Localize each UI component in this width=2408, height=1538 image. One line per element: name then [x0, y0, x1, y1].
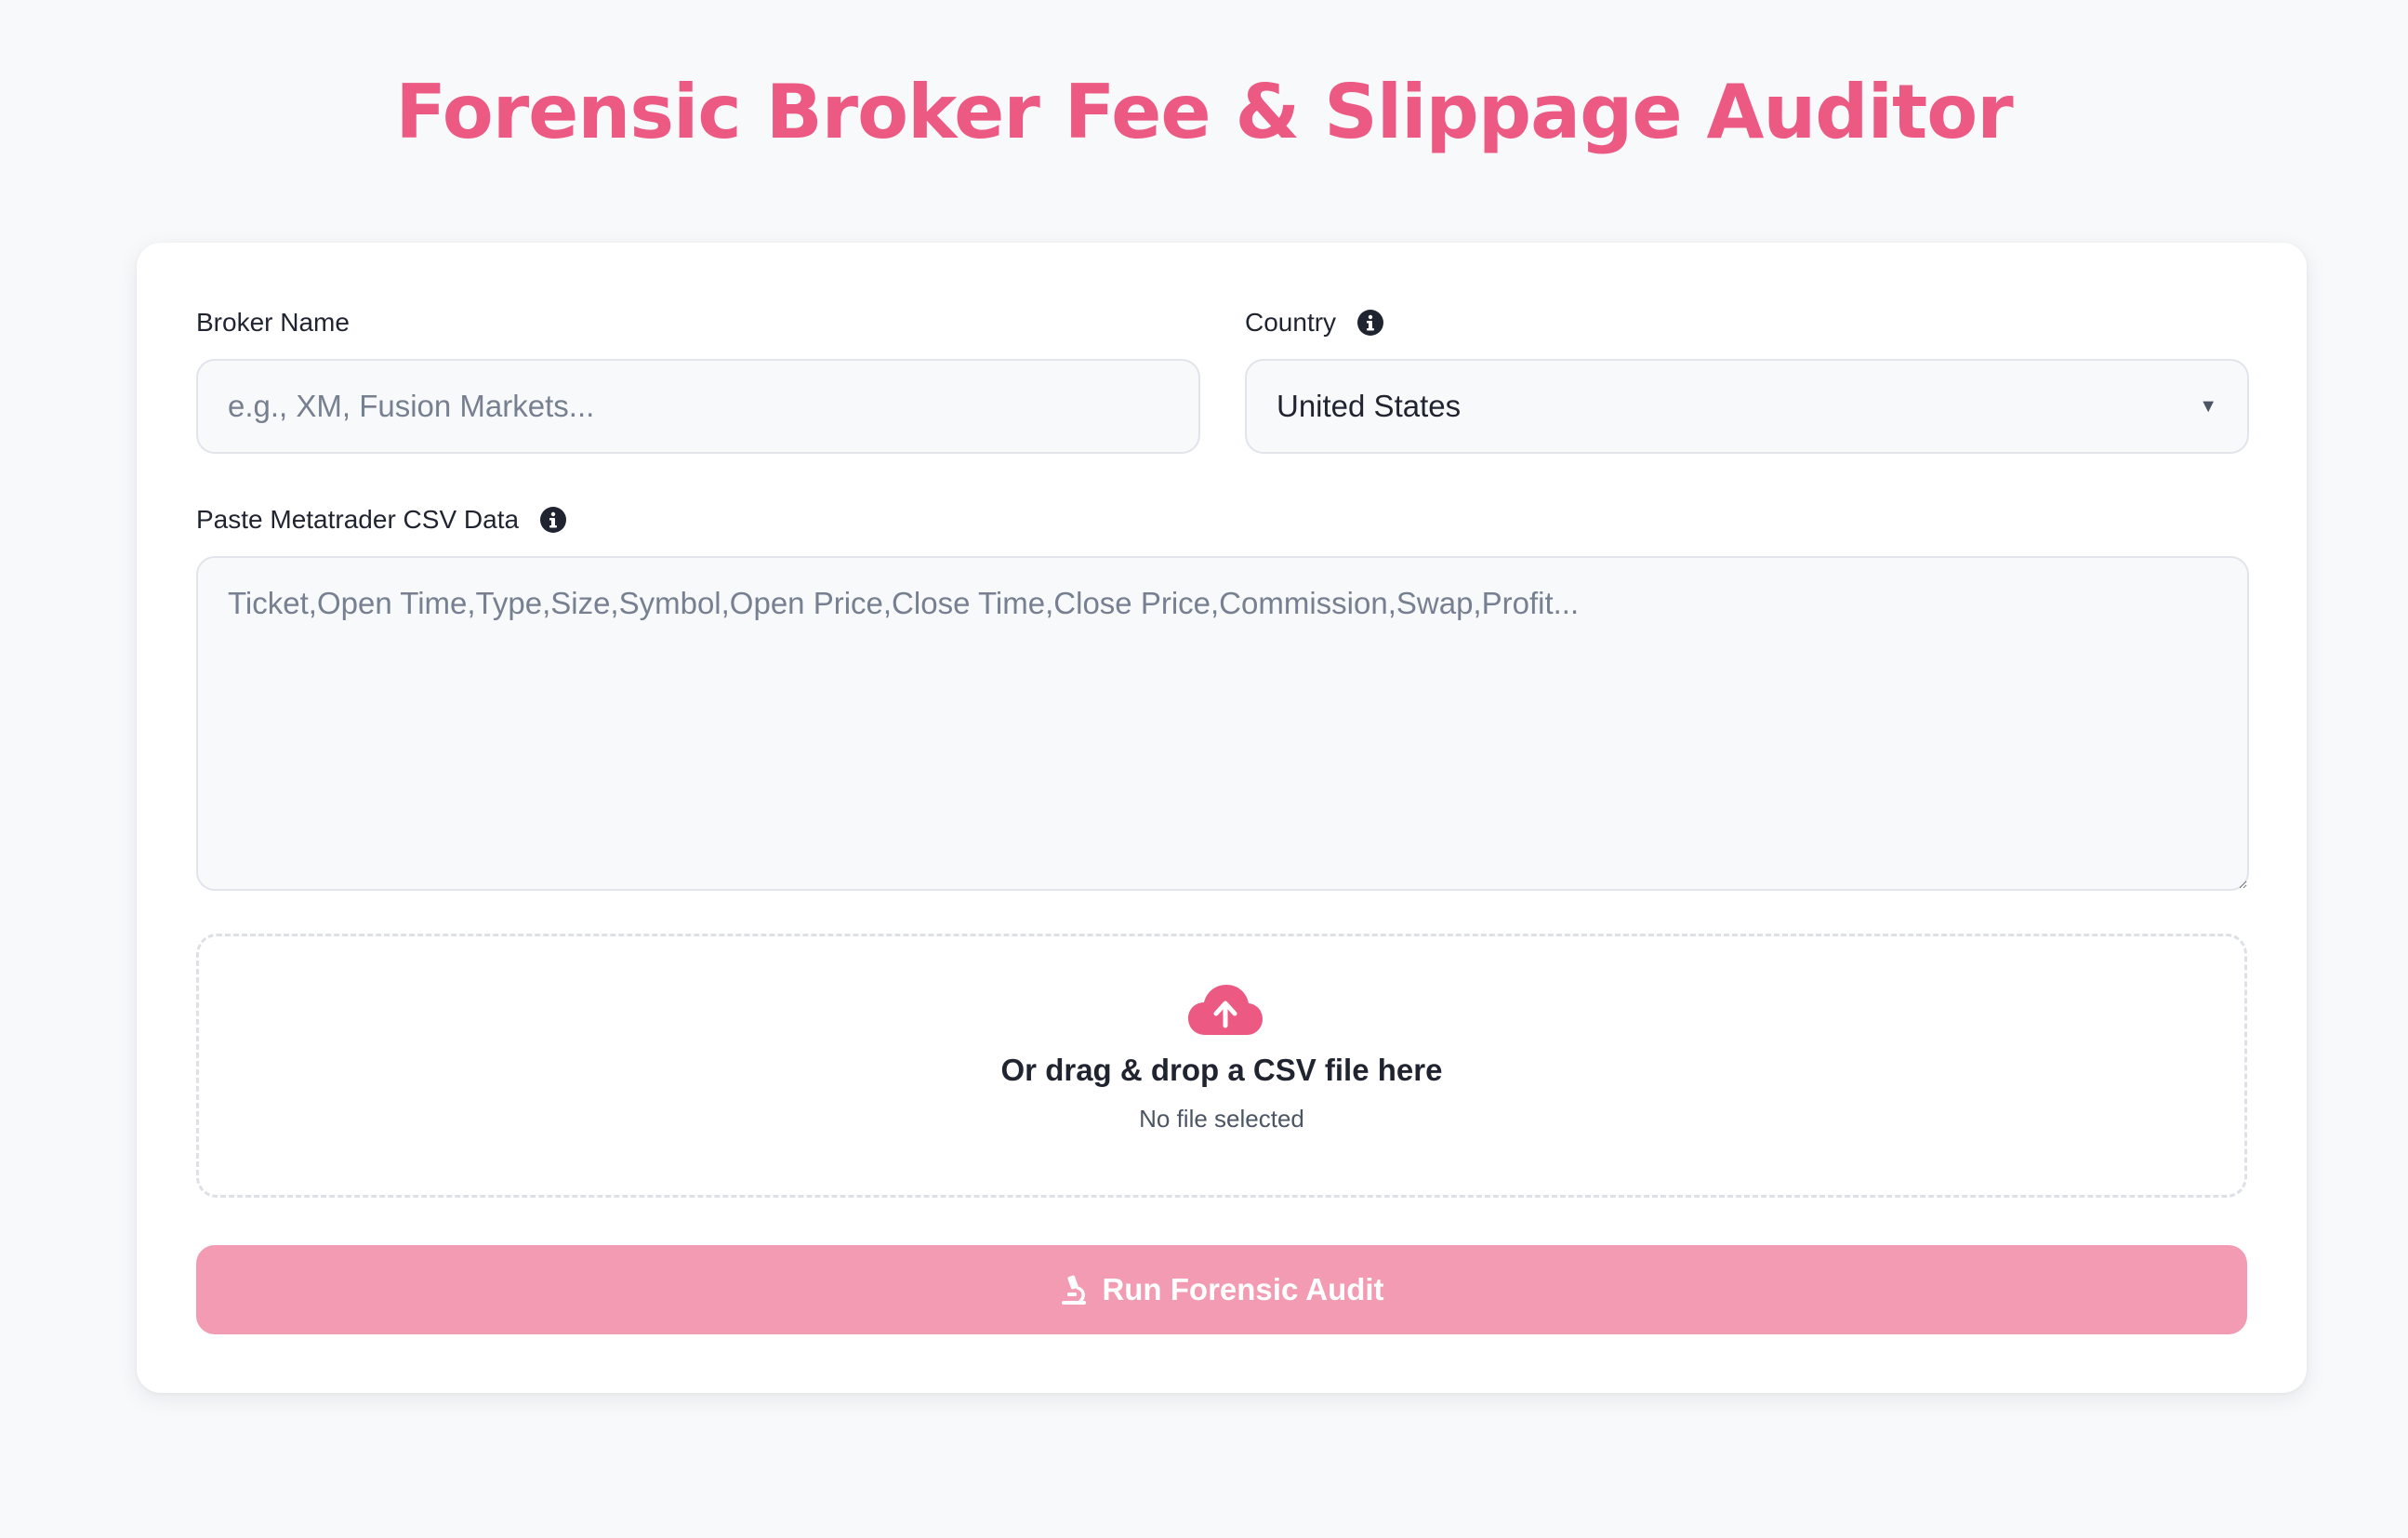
csv-data-label: Paste Metatrader CSV Data — [196, 504, 567, 536]
run-forensic-audit-button[interactable]: Run Forensic Audit — [196, 1245, 2247, 1334]
csv-data-textarea[interactable] — [196, 556, 2249, 891]
dropzone-title: Or drag & drop a CSV file here — [1000, 1053, 1443, 1087]
audit-form-card: Broker Name Country United States ▼ Past… — [137, 243, 2307, 1393]
country-select-value: United States — [1277, 389, 1462, 423]
info-icon[interactable] — [539, 506, 567, 534]
csv-dropzone[interactable]: Or drag & drop a CSV file here No file s… — [196, 934, 2247, 1198]
broker-name-label: Broker Name — [196, 307, 350, 338]
country-label-text: Country — [1245, 308, 1337, 337]
broker-name-input[interactable] — [196, 359, 1200, 454]
country-select[interactable]: United States ▼ — [1245, 359, 2249, 454]
microscope-icon — [1062, 1275, 1087, 1305]
file-status-text: No file selected — [1139, 1105, 1304, 1133]
info-icon[interactable] — [1356, 309, 1384, 337]
csv-data-label-text: Paste Metatrader CSV Data — [196, 505, 520, 534]
run-button-label: Run Forensic Audit — [1102, 1272, 1384, 1306]
page-title: Forensic Broker Fee & Slippage Auditor — [395, 69, 2013, 155]
country-label: Country — [1245, 307, 1384, 338]
cloud-upload-icon — [1188, 985, 1263, 1035]
broker-name-label-text: Broker Name — [196, 308, 350, 337]
chevron-down-icon: ▼ — [2199, 395, 2217, 417]
